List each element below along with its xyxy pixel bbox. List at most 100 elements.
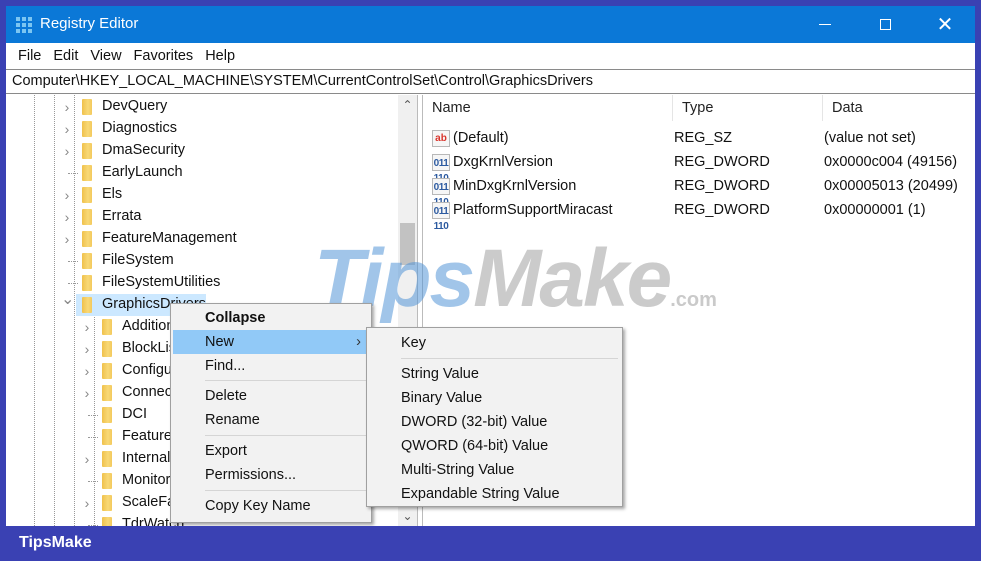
scroll-down-icon[interactable]: ⌄ (398, 506, 417, 526)
value-name: PlatformSupportMiracast (453, 202, 613, 218)
chevron-right-icon[interactable]: › (61, 209, 73, 225)
tree-connector (88, 481, 98, 482)
address-bar[interactable]: Computer\HKEY_LOCAL_MACHINE\SYSTEM\Curre… (6, 69, 975, 94)
context-menu-copy-key-name[interactable]: Copy Key Name (173, 494, 369, 518)
submenu-expandable-string-value[interactable]: Expandable String Value (369, 482, 620, 506)
tree-item-label: FeatureManagement (102, 230, 237, 246)
tree-item-label: DmaSecurity (102, 142, 185, 158)
menu-favorites[interactable]: Favorites (128, 48, 200, 64)
footer-brand: TipsMake (19, 534, 92, 551)
value-row[interactable]: 011 110DxgKrnlVersion REG_DWORD 0x0000c004… (423, 151, 975, 184)
context-menu: Collapse New › Find... Delete Rename Export Per… (170, 303, 372, 523)
tree-item[interactable]: › Els (6, 184, 398, 206)
binary-value-icon: 011 110 (432, 178, 450, 208)
context-menu-export[interactable]: Export (173, 439, 369, 463)
context-menu-collapse[interactable]: Collapse (173, 306, 369, 330)
window-title: Registry Editor (40, 15, 139, 32)
chevron-right-icon[interactable]: › (61, 231, 73, 247)
folder-icon (102, 429, 112, 445)
chevron-right-icon[interactable]: › (81, 495, 93, 511)
menu-separator (205, 490, 367, 491)
context-menu-permissions[interactable]: Permissions... (173, 463, 369, 487)
value-type: REG_DWORD (674, 154, 770, 170)
folder-icon (102, 385, 112, 401)
menu-item-label: Rename (205, 412, 260, 428)
tree-item[interactable]: › FeatureManagement (6, 228, 398, 250)
submenu-multi-string-value[interactable]: Multi-String Value (369, 458, 620, 482)
column-header-data[interactable]: Data (823, 95, 975, 121)
scroll-up-icon[interactable]: ⌃ (398, 95, 417, 115)
context-menu-find[interactable]: Find... (173, 354, 369, 378)
chevron-right-icon[interactable]: › (81, 319, 93, 335)
folder-icon (102, 473, 112, 489)
folder-icon (82, 165, 92, 181)
submenu-dword-value[interactable]: DWORD (32-bit) Value (369, 410, 620, 434)
registry-editor-window: Registry Editor ✕ File Edit View Favorit… (6, 6, 975, 526)
value-type: REG_DWORD (674, 202, 770, 218)
folder-icon (82, 209, 92, 225)
submenu-binary-value[interactable]: Binary Value (369, 386, 620, 410)
chevron-right-icon[interactable]: › (81, 451, 93, 467)
tree-item[interactable]: › DmaSecurity (6, 140, 398, 162)
close-icon: ✕ (936, 14, 954, 36)
tree-item[interactable]: › Errata (6, 206, 398, 228)
tree-connector (68, 173, 78, 174)
footer-banner: TipsMake (0, 527, 981, 561)
chevron-right-icon[interactable]: › (81, 341, 93, 357)
value-row[interactable]: ab (Default) REG_SZ (value not set) (423, 127, 975, 151)
folder-icon (102, 407, 112, 423)
folder-icon (82, 231, 92, 247)
value-row[interactable]: 011 110MinDxgKrnlVersion REG_DWORD 0x00005… (423, 175, 975, 208)
folder-icon (82, 253, 92, 269)
menu-item-label: Export (205, 443, 247, 459)
scroll-thumb[interactable] (400, 223, 415, 265)
value-name: DxgKrnlVersion (453, 154, 553, 170)
tree-item[interactable]: › DevQuery (6, 96, 398, 118)
chevron-right-icon[interactable]: › (61, 187, 73, 203)
maximize-button[interactable] (857, 6, 913, 43)
context-menu-rename[interactable]: Rename (173, 408, 369, 432)
value-row[interactable]: 011 110 PlatformSupportMiracast REG_DWORD 0… (423, 199, 975, 232)
value-data: 0x00005013 (20499) (824, 178, 958, 194)
menu-file[interactable]: File (12, 48, 47, 64)
tree-item-label: EarlyLaunch (102, 164, 183, 180)
menu-edit[interactable]: Edit (47, 48, 84, 64)
value-data: (value not set) (824, 130, 916, 146)
tree-item-label: FileSystemUtilities (102, 274, 221, 290)
close-button[interactable]: ✕ (917, 6, 973, 43)
binary-value-icon: 011 110 (432, 154, 450, 184)
menu-help[interactable]: Help (199, 48, 241, 64)
tree-item-label: DCI (122, 406, 147, 422)
submenu-key[interactable]: Key (369, 331, 620, 355)
context-menu-delete[interactable]: Delete (173, 384, 369, 408)
submenu-string-value[interactable]: String Value (369, 362, 620, 386)
new-submenu: Key String Value Binary Value DWORD (32-bit… (366, 327, 623, 507)
column-header-name[interactable]: Name (423, 95, 673, 121)
title-bar[interactable]: Registry Editor ✕ (6, 6, 975, 43)
menu-separator (401, 358, 618, 359)
menu-bar: File Edit View Favorites Help (6, 43, 975, 69)
context-menu-new[interactable]: New › (173, 330, 369, 354)
chevron-right-icon[interactable]: › (81, 363, 93, 379)
folder-icon (82, 143, 92, 159)
tree-item[interactable]: FileSystem (6, 250, 398, 272)
menu-view[interactable]: View (84, 48, 127, 64)
value-name: (Default) (453, 130, 509, 146)
menu-separator (205, 435, 367, 436)
folder-icon (82, 297, 92, 313)
submenu-qword-value[interactable]: QWORD (64-bit) Value (369, 434, 620, 458)
tree-item-label: Diagnostics (102, 120, 177, 136)
chevron-right-icon[interactable]: › (61, 143, 73, 159)
chevron-right-icon[interactable]: › (81, 385, 93, 401)
chevron-right-icon[interactable]: › (61, 121, 73, 137)
tree-item[interactable]: › Diagnostics (6, 118, 398, 140)
submenu-arrow-icon: › (356, 334, 361, 350)
value-data: 0x00000001 (1) (824, 202, 926, 218)
chevron-down-icon[interactable]: ⌄ (61, 292, 74, 308)
chevron-right-icon[interactable]: › (61, 99, 73, 115)
menu-item-label: Permissions... (205, 467, 297, 483)
minimize-button[interactable] (797, 6, 853, 43)
tree-item-label: Els (102, 186, 123, 202)
tree-item[interactable]: EarlyLaunch (6, 162, 398, 184)
column-header-type[interactable]: Type (673, 95, 823, 121)
